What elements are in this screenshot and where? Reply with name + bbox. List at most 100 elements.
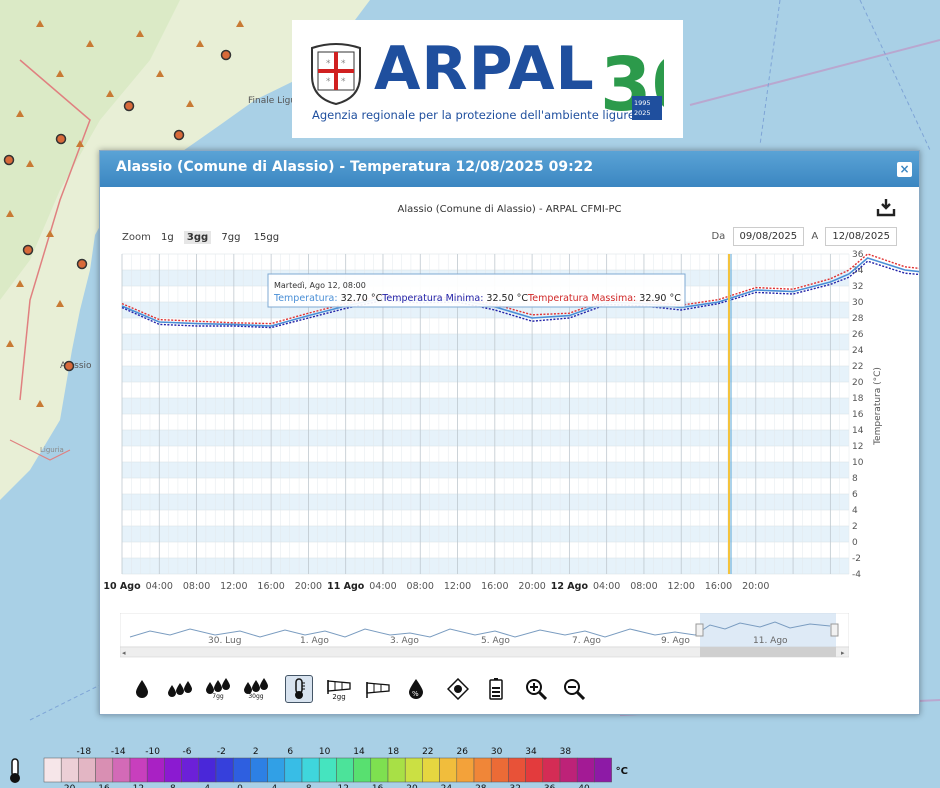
x-tick-label: 16:00 bbox=[705, 581, 732, 592]
nav-label-5: 9. Ago bbox=[661, 636, 690, 646]
x-tick-label: 10 Ago bbox=[103, 581, 141, 592]
legend-swatch bbox=[490, 757, 509, 783]
legend-bottom-label: 32 bbox=[509, 784, 520, 788]
legend-top-label: 14 bbox=[353, 747, 365, 757]
legend-swatch bbox=[439, 757, 458, 783]
thermometer-icon[interactable] bbox=[285, 675, 313, 703]
legend-swatch bbox=[301, 757, 320, 783]
legend-top-label: 30 bbox=[491, 747, 503, 757]
x-axis: 10 Ago 04:00 08:00 12:00 16:00 20:00 11 Ago 04:… bbox=[103, 581, 769, 592]
legend-swatch bbox=[78, 757, 96, 783]
map-label-liguria: Liguria bbox=[40, 446, 64, 454]
wind-icon[interactable] bbox=[364, 675, 392, 703]
legend-swatch bbox=[576, 757, 595, 783]
legend-swatch bbox=[387, 757, 406, 783]
svg-text:▸: ▸ bbox=[841, 649, 845, 657]
navigator-handle-left[interactable] bbox=[695, 623, 704, 637]
x-tick-label: 04:00 bbox=[369, 581, 396, 592]
liguria-coat-of-arms-icon: * * * * bbox=[311, 43, 361, 106]
legend-swatch bbox=[112, 757, 131, 783]
y-tick-label: 22 bbox=[852, 362, 863, 372]
x-tick-label: 04:00 bbox=[146, 581, 173, 592]
x-tick-label: 12:00 bbox=[220, 581, 247, 592]
y-tick-label: 14 bbox=[852, 426, 864, 436]
rain-drop-icon[interactable] bbox=[128, 675, 156, 703]
legend-top-label: 22 bbox=[422, 747, 433, 757]
x-tick-label: 16:00 bbox=[257, 581, 284, 592]
svg-text:◂: ◂ bbox=[122, 649, 126, 657]
temperature-chart[interactable]: 363432302826242220181614121086420-2-4 10… bbox=[100, 151, 919, 611]
legend-swatch bbox=[370, 757, 389, 783]
navigator-scrollbar-thumb[interactable] bbox=[700, 647, 836, 657]
legend-top-label: 18 bbox=[388, 747, 400, 757]
x-tick-label: 08:00 bbox=[183, 581, 210, 592]
wind-2gg-icon[interactable]: 2gg bbox=[325, 675, 353, 703]
legend-swatch bbox=[404, 757, 423, 783]
y-tick-label: 10 bbox=[852, 458, 864, 468]
legend-bottom-label: 20 bbox=[406, 784, 418, 788]
legend-bottom-label: -12 bbox=[129, 784, 144, 788]
hydrometer-icon[interactable] bbox=[444, 675, 472, 703]
battery-icon[interactable] bbox=[482, 675, 510, 703]
legend-swatch bbox=[284, 757, 303, 783]
legend-swatch bbox=[594, 757, 612, 783]
nav-label-3: 5. Ago bbox=[481, 636, 510, 646]
x-tick-label: 12 Ago bbox=[551, 581, 589, 592]
legend-bottom-label: 8 bbox=[306, 784, 312, 788]
legend-bottom-label: 28 bbox=[475, 784, 487, 788]
chart-navigator[interactable]: 30. Lug 1. Ago 3. Ago 5. Ago 7. Ago 9. A… bbox=[120, 613, 849, 659]
legend-swatch bbox=[267, 757, 286, 783]
legend-bottom-label: 36 bbox=[544, 784, 556, 788]
navigator-handle-right[interactable] bbox=[830, 623, 839, 637]
legend-swatch bbox=[95, 757, 114, 783]
legend-swatch bbox=[232, 757, 251, 783]
svg-text:Temperatura: 32.70 °CTemperatu: Temperatura: 32.70 °CTemperatura Minima:… bbox=[273, 293, 681, 304]
legend-top-label: 26 bbox=[456, 747, 468, 757]
y-tick-label: 18 bbox=[852, 394, 864, 404]
rain-cumulative-icon[interactable] bbox=[166, 675, 194, 703]
x-tick-label: 08:00 bbox=[630, 581, 657, 592]
tooltip-temp-value: 32.70 °C bbox=[341, 293, 383, 304]
y-tick-label: 2 bbox=[852, 522, 858, 532]
legend-swatch bbox=[146, 757, 165, 783]
y-tick-label: 0 bbox=[852, 538, 858, 548]
humidity-icon[interactable]: % bbox=[402, 675, 430, 703]
logo-brand: ARPAL bbox=[374, 34, 595, 104]
legend-top-label: 6 bbox=[287, 747, 293, 757]
tooltip-max-label: Temperatura Massima bbox=[527, 293, 633, 304]
y-axis-label: Temperatura (°C) bbox=[873, 367, 883, 446]
y-tick-label: 6 bbox=[852, 490, 858, 500]
svg-text:*: * bbox=[341, 77, 346, 87]
nav-label-1: 1. Ago bbox=[300, 636, 329, 646]
legend-bottom-label: 40 bbox=[578, 784, 590, 788]
x-tick-label: 12:00 bbox=[668, 581, 695, 592]
legend-swatch bbox=[353, 757, 372, 783]
legend-top-label: 34 bbox=[525, 747, 537, 757]
zoom-in-icon[interactable] bbox=[522, 675, 550, 703]
legend-swatch bbox=[508, 757, 526, 783]
rain-30gg-icon[interactable]: 30gg bbox=[242, 675, 270, 703]
legend-bottom-label: 16 bbox=[372, 784, 384, 788]
y-tick-label: 16 bbox=[852, 410, 864, 420]
legend-swatch bbox=[164, 757, 182, 783]
legend-bottom-label: 0 bbox=[237, 784, 243, 788]
tooltip-header: Martedì, Ago 12, 08:00 bbox=[274, 281, 366, 290]
legend-swatch bbox=[318, 757, 337, 783]
legend-top-label: 2 bbox=[253, 747, 259, 757]
y-tick-label: 12 bbox=[852, 442, 863, 452]
legend-swatch bbox=[250, 757, 268, 783]
legend-swatch bbox=[60, 757, 79, 783]
logo-years: 1995 2025 bbox=[632, 96, 662, 120]
x-tick-label: 12:00 bbox=[444, 581, 471, 592]
y-tick-label: 34 bbox=[852, 266, 864, 276]
temperature-legend: -18-14-10-6-2261014182226303438-20-16-12… bbox=[0, 744, 640, 788]
y-tick-label: -2 bbox=[852, 554, 861, 564]
legend-swatch bbox=[43, 757, 62, 783]
legend-top-label: -6 bbox=[183, 747, 192, 757]
legend-swatch bbox=[559, 757, 578, 783]
y-tick-label: 4 bbox=[852, 506, 858, 516]
rain-7gg-icon[interactable]: 7gg bbox=[204, 675, 232, 703]
zoom-out-icon[interactable] bbox=[560, 675, 588, 703]
legend-unit: °C bbox=[616, 766, 628, 777]
legend-bottom-label: -16 bbox=[95, 784, 110, 788]
